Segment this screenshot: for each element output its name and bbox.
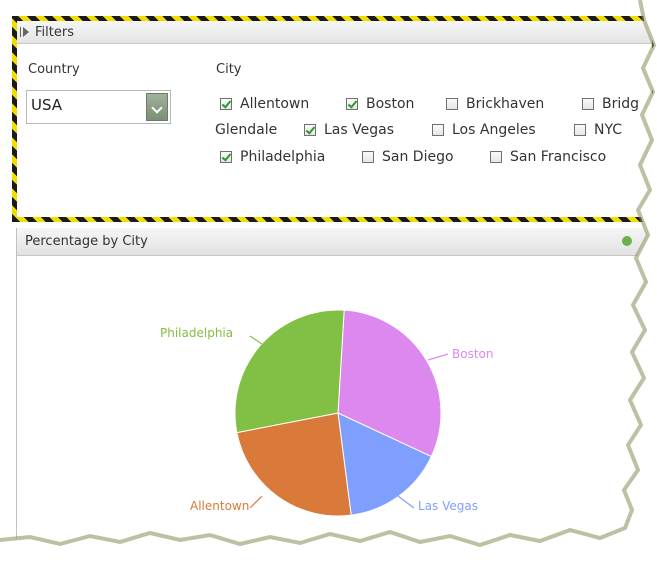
- pie-label-las-vegas: Las Vegas: [418, 499, 478, 513]
- pie-label-boston: Boston: [452, 347, 493, 361]
- pie-label-connector: [397, 495, 415, 509]
- pie-label-connector: [249, 335, 263, 345]
- pie-slice-philadelphia[interactable]: [234, 309, 345, 434]
- screenshot: Filters Country USA City Allentown Bosto…: [0, 0, 657, 561]
- pie-label-connector: [427, 353, 449, 361]
- pie-chart: Boston Las Vegas Allentown Philadelphia: [160, 309, 493, 517]
- pie-label-allentown: Allentown: [190, 499, 249, 513]
- pie-label-philadelphia: Philadelphia: [160, 326, 233, 340]
- pie-label-connector: [249, 495, 263, 509]
